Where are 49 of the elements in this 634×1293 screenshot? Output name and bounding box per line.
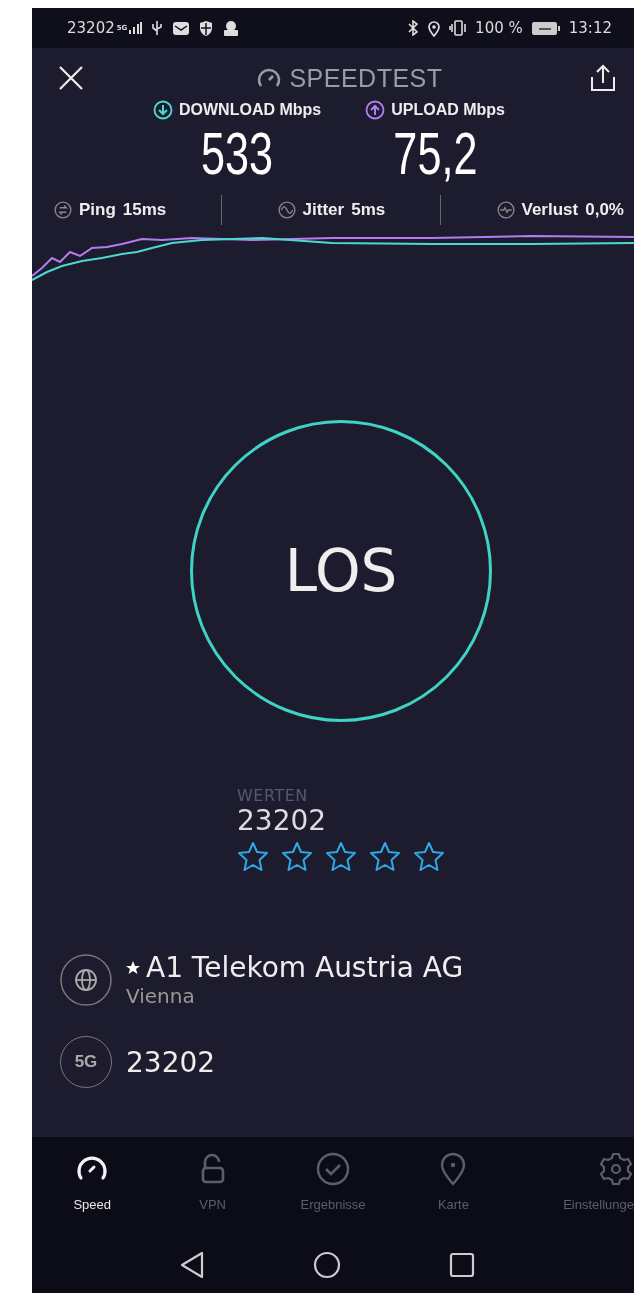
star-icon[interactable] <box>369 841 401 871</box>
network-code: 23202 <box>237 805 328 837</box>
nav-tab[interactable]: Einstellunge <box>513 1151 634 1212</box>
nav-tab[interactable]: Speed <box>32 1151 153 1212</box>
star-icon[interactable] <box>237 841 269 871</box>
globe-icon <box>60 953 112 1006</box>
recents-icon[interactable] <box>449 1252 475 1278</box>
pulse-icon <box>496 201 515 219</box>
star-icon[interactable] <box>325 841 357 871</box>
back-icon[interactable] <box>179 1251 205 1279</box>
wave-icon <box>277 201 296 219</box>
battery-level: 100 % <box>475 19 523 37</box>
shield-icon <box>198 19 215 37</box>
home-icon[interactable] <box>313 1251 341 1279</box>
signal-icon <box>128 22 143 34</box>
star-icon[interactable] <box>281 841 313 871</box>
ping-value: 15ms <box>122 200 167 220</box>
vibrate-icon <box>449 20 468 36</box>
location-icon <box>427 19 442 37</box>
network-code: 23202 <box>126 1045 216 1079</box>
battery-icon <box>530 20 561 36</box>
provider-name: A1 Telekom Austria AG <box>146 951 464 984</box>
go-button[interactable]: LOS <box>190 420 492 722</box>
nav-tab[interactable]: Ergebnisse <box>272 1151 394 1212</box>
gauge-icon <box>257 67 282 89</box>
rating-label: WERTEN <box>237 786 309 805</box>
jitter-value: 5ms <box>351 200 386 220</box>
download-label: DOWNLOAD Mbps <box>179 101 322 119</box>
ping-icon <box>54 201 72 219</box>
close-icon[interactable] <box>58 65 84 91</box>
loss-label: Verlust <box>521 200 579 220</box>
checkmark-icon <box>315 1151 351 1187</box>
jitter-label: Jitter <box>302 200 345 220</box>
download-speed: 533 <box>201 120 274 188</box>
loss-value: 0,0% <box>585 200 624 220</box>
upload-speed: 75,2 <box>393 120 478 188</box>
app-title: SPEEDTEST <box>289 63 443 93</box>
usb-icon <box>150 20 165 36</box>
upload-label: UPLOAD Mbps <box>391 101 505 119</box>
carrier-name: 23202 <box>67 19 115 37</box>
clock-time: 13:12 <box>568 19 612 37</box>
nav-tab[interactable]: VPN <box>152 1151 273 1212</box>
mail-icon <box>172 20 191 36</box>
ping-label: Ping <box>79 200 116 220</box>
nav-tab[interactable]: Karte <box>393 1151 514 1212</box>
star-icon[interactable] <box>413 841 445 871</box>
server-city: Vienna <box>126 984 196 1008</box>
share-icon[interactable] <box>590 64 616 92</box>
bluetooth-icon <box>407 20 420 36</box>
